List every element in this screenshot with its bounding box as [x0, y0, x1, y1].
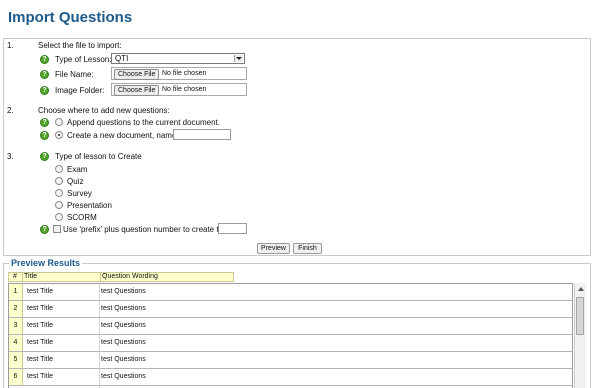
- lesson-type-radio-exam[interactable]: [55, 165, 63, 173]
- lesson-type-radio-presentation[interactable]: [55, 201, 63, 209]
- column-header-number: #: [13, 273, 17, 280]
- results-table-header: # Title Question Wording: [8, 272, 234, 282]
- table-row[interactable]: 1 test Title test Questions: [9, 284, 572, 301]
- row-number: 5: [9, 352, 23, 368]
- finish-button[interactable]: Finish: [293, 243, 322, 254]
- lesson-type-label-quiz: Quiz: [67, 177, 84, 186]
- row-title: test Title: [27, 373, 54, 380]
- row-title: test Title: [27, 356, 54, 363]
- new-document-name-input[interactable]: [173, 129, 231, 140]
- type-of-lesson-label: Type of Lesson:: [55, 55, 112, 64]
- choose-file-button[interactable]: Choose File: [114, 69, 160, 80]
- column-header-title: Title: [22, 273, 37, 281]
- image-folder-status: No file chosen: [162, 86, 207, 93]
- table-row[interactable]: 3 test Title test Questions: [9, 318, 572, 335]
- row-wording: test Questions: [101, 305, 146, 312]
- row-title: test Title: [27, 339, 54, 346]
- help-icon[interactable]: ?: [40, 70, 49, 79]
- step-3-number: 3.: [7, 152, 14, 161]
- lesson-type-label-scorm: SCORM: [67, 213, 97, 222]
- lesson-type-radio-scorm[interactable]: [55, 213, 63, 221]
- row-wording: test Questions: [101, 373, 146, 380]
- row-number: 1: [9, 284, 23, 300]
- append-radio[interactable]: [55, 118, 63, 126]
- prefix-label: Use 'prefix' plus question number to cre…: [63, 225, 232, 234]
- table-row[interactable]: 5 test Title test Questions: [9, 352, 572, 369]
- results-scrollbar[interactable]: [574, 283, 586, 388]
- row-number: 2: [9, 301, 23, 317]
- step-1-heading: Select the file to import:: [38, 41, 122, 50]
- help-icon[interactable]: ?: [40, 118, 49, 127]
- table-row[interactable]: 2 test Title test Questions: [9, 301, 572, 318]
- help-icon[interactable]: ?: [40, 131, 49, 140]
- row-wording: test Questions: [101, 322, 146, 329]
- page-title: Import Questions: [8, 9, 133, 26]
- append-label: Append questions to the current document…: [67, 118, 220, 127]
- file-name-status: No file chosen: [162, 70, 207, 77]
- preview-button[interactable]: Preview: [257, 243, 290, 254]
- lesson-type-radio-survey[interactable]: [55, 189, 63, 197]
- table-row[interactable]: 4 test Title test Questions: [9, 335, 572, 352]
- row-wording: test Questions: [101, 288, 146, 295]
- help-icon[interactable]: ?: [40, 225, 49, 234]
- step-3-heading: Type of lesson to Create: [55, 152, 142, 161]
- create-new-label: Create a new document, named:: [67, 131, 184, 140]
- row-number: 4: [9, 335, 23, 351]
- row-wording: test Questions: [101, 339, 146, 346]
- help-icon[interactable]: ?: [40, 55, 49, 64]
- image-folder-input[interactable]: Choose File No file chosen: [111, 83, 247, 96]
- image-folder-label: Image Folder:: [55, 86, 105, 95]
- choose-image-folder-button[interactable]: Choose File: [114, 85, 160, 96]
- lesson-type-label-survey: Survey: [67, 189, 92, 198]
- table-row[interactable]: 6 test Title test Questions: [9, 369, 572, 386]
- create-new-radio[interactable]: [55, 131, 63, 139]
- file-name-input[interactable]: Choose File No file chosen: [111, 67, 247, 80]
- step-1-number: 1.: [7, 41, 14, 50]
- results-table[interactable]: 1 test Title test Questions 2 test Title…: [8, 283, 573, 388]
- row-title: test Title: [27, 322, 54, 329]
- row-wording: test Questions: [101, 356, 146, 363]
- lesson-type-radio-quiz[interactable]: [55, 177, 63, 185]
- lesson-type-label-presentation: Presentation: [67, 201, 112, 210]
- prefix-checkbox[interactable]: [53, 225, 61, 233]
- preview-results-legend: Preview Results: [9, 258, 83, 268]
- lesson-type-label-exam: Exam: [67, 165, 88, 174]
- chevron-down-icon[interactable]: [234, 55, 243, 62]
- type-of-lesson-value: QTI: [115, 54, 129, 63]
- row-number: 3: [9, 318, 23, 334]
- help-icon[interactable]: ?: [40, 86, 49, 95]
- scroll-up-arrow-icon[interactable]: [575, 283, 586, 294]
- type-of-lesson-select[interactable]: QTI: [111, 53, 245, 64]
- row-title: test Title: [27, 305, 54, 312]
- row-number: 6: [9, 369, 23, 385]
- help-icon[interactable]: ?: [40, 152, 49, 161]
- scrollbar-thumb[interactable]: [576, 297, 584, 335]
- row-title: test Title: [27, 288, 54, 295]
- prefix-input[interactable]: [218, 223, 247, 234]
- file-name-label: File Name:: [55, 70, 94, 79]
- column-header-question-wording: Question Wording: [100, 273, 158, 281]
- step-2-heading: Choose where to add new questions:: [38, 106, 170, 115]
- step-2-number: 2.: [7, 106, 14, 115]
